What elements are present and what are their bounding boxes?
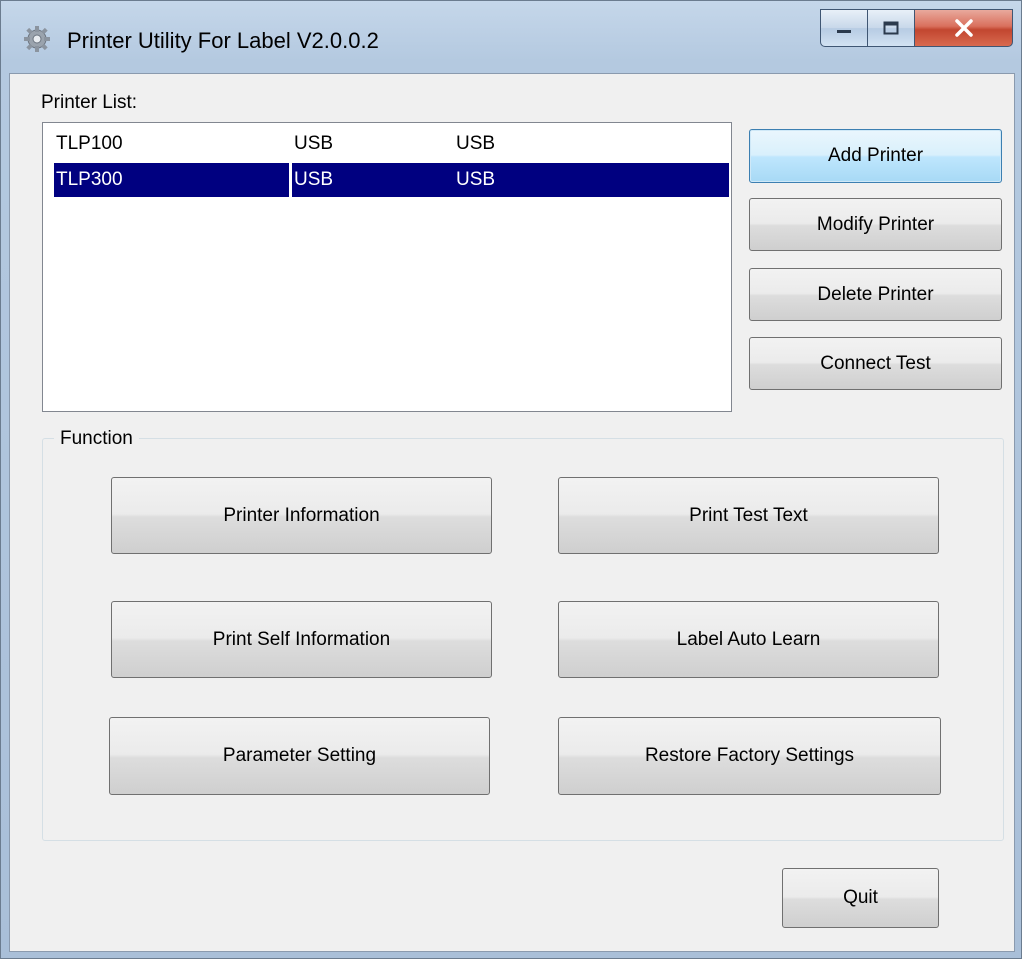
- printer-name: TLP100: [56, 133, 123, 154]
- minimize-button[interactable]: [820, 9, 868, 47]
- modify-printer-button[interactable]: Modify Printer: [749, 198, 1002, 251]
- printer-information-button[interactable]: Printer Information: [111, 477, 492, 554]
- printer-type: USB: [456, 133, 496, 154]
- delete-printer-button[interactable]: Delete Printer: [749, 268, 1002, 321]
- function-group-title: Function: [54, 428, 139, 450]
- restore-factory-settings-button[interactable]: Restore Factory Settings: [558, 717, 941, 795]
- printer-listbox[interactable]: TLP100 USB USB TLP300 USB USB: [42, 122, 732, 412]
- printer-list-label: Printer List:: [41, 92, 138, 113]
- quit-button[interactable]: Quit: [782, 868, 939, 928]
- close-button[interactable]: [914, 9, 1013, 47]
- printer-name: TLP300: [54, 163, 289, 197]
- print-self-information-button[interactable]: Print Self Information: [111, 601, 492, 678]
- connect-test-button[interactable]: Connect Test: [749, 337, 1002, 390]
- caption-buttons: [820, 9, 1015, 49]
- add-printer-button[interactable]: Add Printer: [749, 129, 1002, 183]
- maximize-button[interactable]: [867, 9, 915, 47]
- gear-icon: [23, 25, 51, 53]
- label-auto-learn-button[interactable]: Label Auto Learn: [558, 601, 939, 678]
- printer-list-row-selected[interactable]: TLP300 USB USB: [54, 163, 729, 197]
- printer-port: USB: [292, 163, 454, 197]
- parameter-setting-button[interactable]: Parameter Setting: [109, 717, 490, 795]
- printer-type: USB: [454, 163, 729, 197]
- app-window: Printer Utility For Label V2.0.0.2 Print…: [0, 0, 1022, 959]
- printer-port: USB: [294, 133, 334, 154]
- printer-list-row[interactable]: TLP100 USB USB: [54, 127, 729, 161]
- title-bar[interactable]: Printer Utility For Label V2.0.0.2: [1, 1, 1021, 73]
- window-title: Printer Utility For Label V2.0.0.2: [67, 28, 379, 53]
- client-area: Printer List: TLP100 USB USB TLP300 USB …: [9, 73, 1015, 952]
- print-test-text-button[interactable]: Print Test Text: [558, 477, 939, 554]
